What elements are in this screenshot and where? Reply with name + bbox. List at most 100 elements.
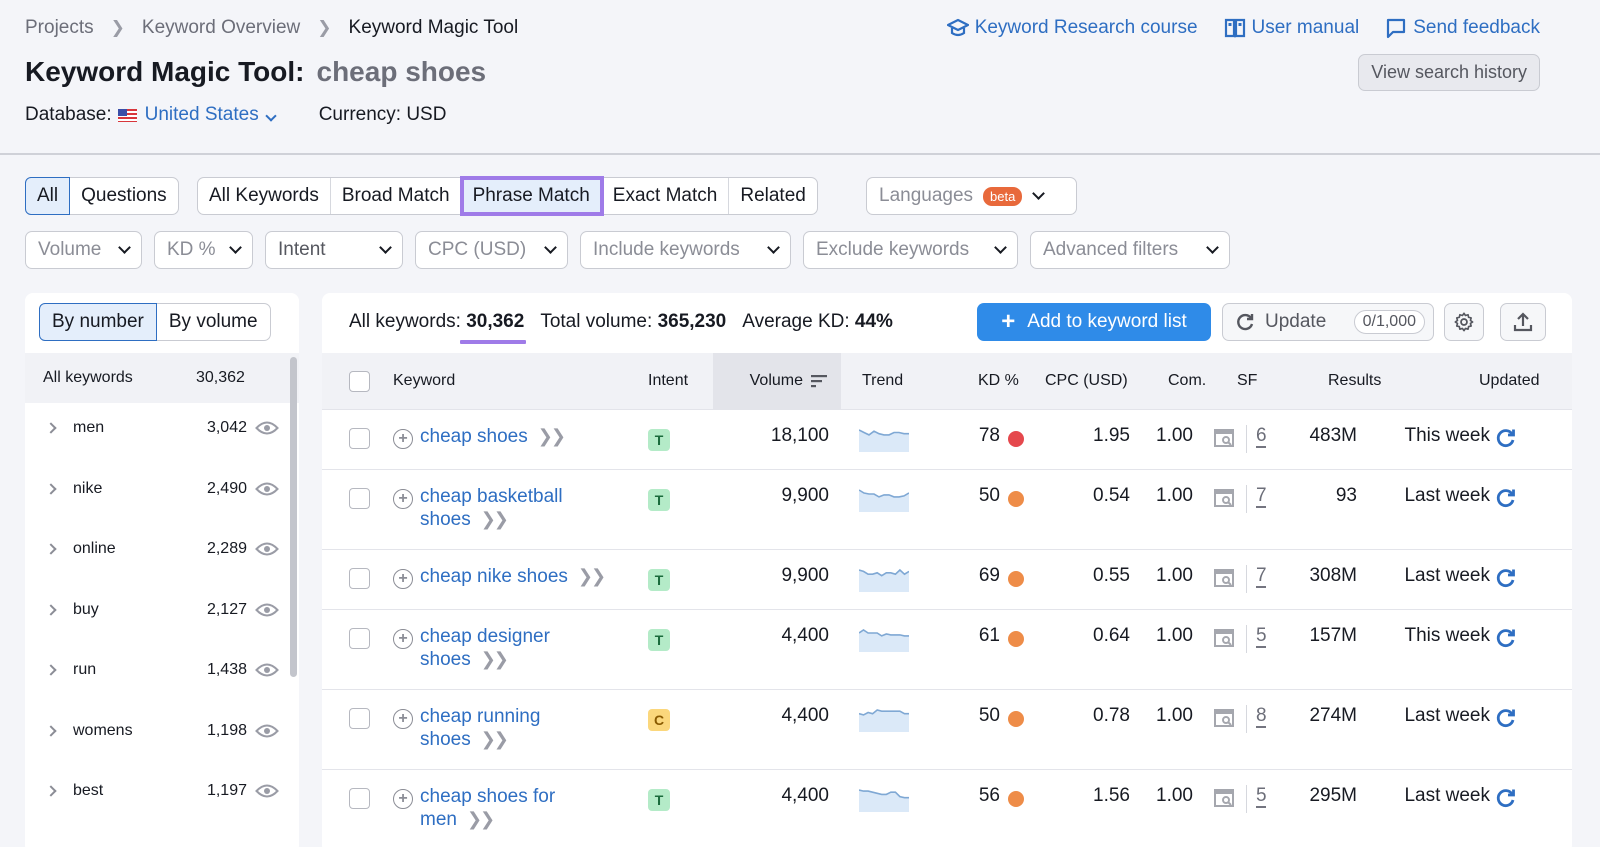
sidebar-scrollbar[interactable] bbox=[290, 357, 297, 677]
row-checkbox[interactable] bbox=[349, 568, 370, 589]
chevron-right-icon[interactable] bbox=[45, 785, 57, 797]
add-to-keyword-list-button[interactable]: + Add to keyword list bbox=[977, 303, 1211, 341]
sidebar-group-item[interactable]: online 2,289 bbox=[25, 519, 287, 579]
chevron-right-icon[interactable] bbox=[45, 603, 57, 616]
chevron-right-icon[interactable] bbox=[45, 422, 57, 434]
include-keywords-filter[interactable]: Include keywords bbox=[580, 231, 791, 269]
sf-count[interactable]: 8 bbox=[1256, 705, 1267, 727]
update-button[interactable]: Update 0/1,000 bbox=[1222, 303, 1434, 341]
add-keyword-icon[interactable]: + bbox=[393, 709, 413, 729]
kd-filter[interactable]: KD % bbox=[154, 231, 253, 269]
refresh-icon[interactable] bbox=[1495, 567, 1517, 589]
add-keyword-icon[interactable]: + bbox=[393, 569, 413, 589]
keyword-link[interactable]: cheap nike shoes bbox=[420, 566, 568, 587]
keyword-link[interactable]: cheap shoes bbox=[420, 426, 528, 447]
sf-count[interactable]: 7 bbox=[1256, 485, 1267, 507]
tab-all[interactable]: All bbox=[25, 177, 71, 215]
eye-icon[interactable] bbox=[255, 541, 279, 557]
add-keyword-icon[interactable]: + bbox=[393, 429, 413, 449]
refresh-icon[interactable] bbox=[1495, 787, 1517, 809]
serp-features-icon[interactable] bbox=[1214, 569, 1236, 589]
view-search-history-button[interactable]: View search history bbox=[1358, 54, 1540, 91]
advanced-filters[interactable]: Advanced filters bbox=[1030, 231, 1230, 269]
sf-count[interactable]: 5 bbox=[1256, 625, 1267, 647]
chevron-right-icon[interactable] bbox=[45, 724, 57, 737]
tab-broad-match[interactable]: Broad Match bbox=[331, 178, 462, 214]
column-results[interactable]: Results bbox=[1328, 353, 1381, 409]
database-selector[interactable]: United States bbox=[145, 104, 277, 126]
eye-icon[interactable] bbox=[255, 481, 279, 497]
sidebar-group-item[interactable]: run 1,438 bbox=[25, 640, 287, 700]
export-button[interactable] bbox=[1500, 303, 1546, 341]
sf-count[interactable]: 7 bbox=[1256, 565, 1267, 587]
chevron-right-icon[interactable] bbox=[45, 482, 57, 495]
double-chevron-icon[interactable]: ❯❯ bbox=[538, 426, 566, 446]
select-all-checkbox[interactable] bbox=[349, 370, 370, 392]
sf-count[interactable]: 6 bbox=[1256, 425, 1267, 447]
row-checkbox[interactable] bbox=[349, 428, 370, 449]
column-cpc[interactable]: CPC (USD) bbox=[1045, 353, 1128, 409]
double-chevron-icon[interactable]: ❯❯ bbox=[467, 809, 495, 829]
eye-icon[interactable] bbox=[255, 602, 279, 618]
sidebar-group-item[interactable]: buy 2,127 bbox=[25, 580, 287, 640]
column-updated[interactable]: Updated bbox=[1479, 353, 1540, 409]
by-number-button[interactable]: By number bbox=[39, 303, 157, 341]
volume-filter[interactable]: Volume bbox=[25, 231, 142, 269]
add-keyword-icon[interactable]: + bbox=[393, 789, 413, 809]
all-keywords-group[interactable]: All keywords 30,362 bbox=[25, 353, 299, 403]
sidebar-group-item[interactable]: womens 1,198 bbox=[25, 701, 287, 761]
eye-icon[interactable] bbox=[255, 783, 279, 799]
double-chevron-icon[interactable]: ❯❯ bbox=[481, 649, 509, 669]
send-feedback-link[interactable]: Send feedback bbox=[1385, 17, 1540, 39]
eye-icon[interactable] bbox=[255, 420, 279, 436]
double-chevron-icon[interactable]: ❯❯ bbox=[578, 566, 606, 586]
column-kd[interactable]: KD % bbox=[978, 353, 1019, 409]
languages-dropdown[interactable]: Languages beta bbox=[866, 177, 1077, 215]
serp-features-icon[interactable] bbox=[1214, 629, 1236, 649]
refresh-icon[interactable] bbox=[1495, 487, 1517, 509]
row-checkbox[interactable] bbox=[349, 488, 370, 509]
sidebar-group-item[interactable]: men 3,042 bbox=[25, 398, 287, 458]
sf-count[interactable]: 5 bbox=[1256, 785, 1267, 807]
tab-phrase-match[interactable]: Phrase Match bbox=[459, 176, 604, 216]
serp-features-icon[interactable] bbox=[1214, 789, 1236, 809]
column-keyword[interactable]: Keyword bbox=[393, 353, 455, 409]
intent-filter[interactable]: Intent bbox=[265, 231, 403, 269]
tab-all-keywords[interactable]: All Keywords bbox=[198, 178, 331, 214]
breadcrumb-projects[interactable]: Projects bbox=[25, 17, 94, 39]
eye-icon[interactable] bbox=[255, 662, 279, 678]
double-chevron-icon[interactable]: ❯❯ bbox=[481, 729, 509, 749]
column-volume[interactable]: Volume bbox=[713, 353, 841, 409]
by-volume-button[interactable]: By volume bbox=[157, 304, 270, 340]
double-chevron-icon[interactable]: ❯❯ bbox=[481, 509, 509, 529]
add-keyword-icon[interactable]: + bbox=[393, 629, 413, 649]
column-sf[interactable]: SF bbox=[1237, 353, 1257, 409]
serp-features-icon[interactable] bbox=[1214, 429, 1236, 449]
keyword-research-course-link[interactable]: Keyword Research course bbox=[946, 17, 1198, 39]
serp-features-icon[interactable] bbox=[1214, 709, 1236, 729]
column-intent[interactable]: Intent bbox=[648, 353, 688, 409]
sidebar-group-item[interactable]: nike 2,490 bbox=[25, 459, 287, 519]
serp-features-icon[interactable] bbox=[1214, 489, 1236, 509]
refresh-icon[interactable] bbox=[1495, 627, 1517, 649]
column-com[interactable]: Com. bbox=[1168, 353, 1206, 409]
breadcrumb-keyword-overview[interactable]: Keyword Overview bbox=[142, 17, 300, 39]
row-checkbox[interactable] bbox=[349, 708, 370, 729]
settings-button[interactable] bbox=[1444, 303, 1484, 341]
exclude-keywords-filter[interactable]: Exclude keywords bbox=[803, 231, 1018, 269]
tab-related[interactable]: Related bbox=[729, 178, 817, 214]
chevron-right-icon[interactable] bbox=[45, 664, 57, 676]
cpc-filter[interactable]: CPC (USD) bbox=[415, 231, 568, 269]
sidebar-group-item[interactable]: best 1,197 bbox=[25, 761, 287, 821]
tab-exact-match[interactable]: Exact Match bbox=[602, 178, 730, 214]
refresh-icon[interactable] bbox=[1495, 427, 1517, 449]
add-keyword-icon[interactable]: + bbox=[393, 489, 413, 509]
user-manual-link[interactable]: User manual bbox=[1224, 17, 1359, 39]
refresh-icon[interactable] bbox=[1495, 707, 1517, 729]
chevron-right-icon[interactable] bbox=[45, 543, 57, 555]
row-checkbox[interactable] bbox=[349, 788, 370, 809]
row-checkbox[interactable] bbox=[349, 628, 370, 649]
column-trend[interactable]: Trend bbox=[862, 353, 903, 409]
tab-questions[interactable]: Questions bbox=[70, 178, 178, 214]
eye-icon[interactable] bbox=[255, 723, 279, 739]
